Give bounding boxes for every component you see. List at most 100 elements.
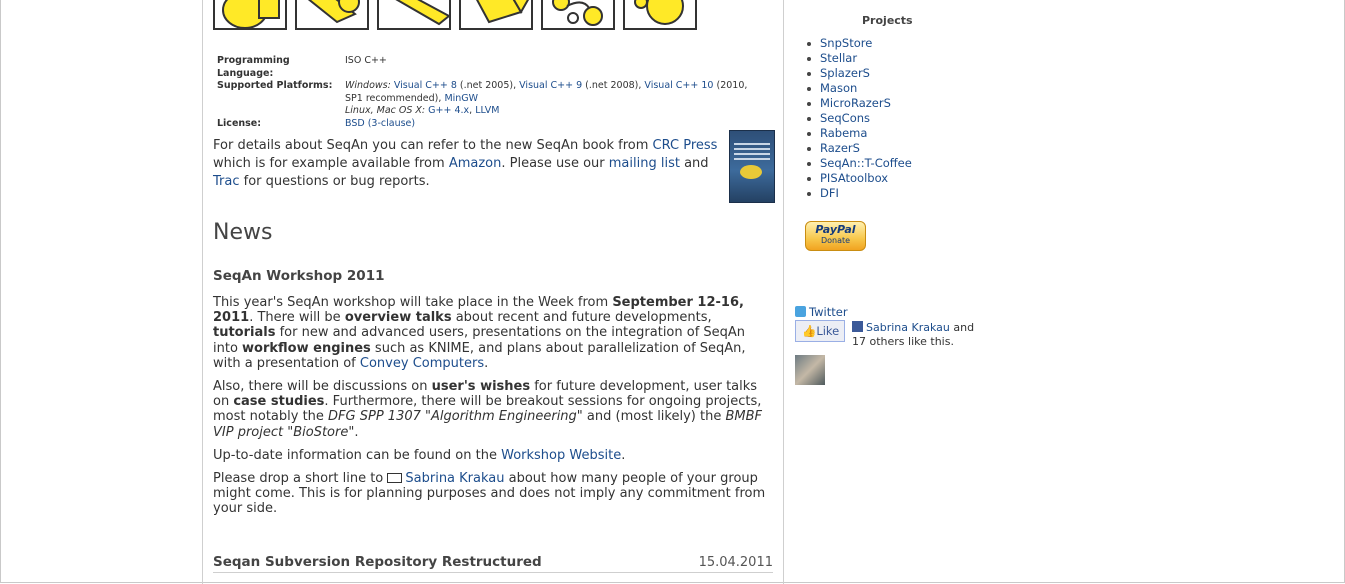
intro-text-5: for questions or bug reports. bbox=[239, 174, 430, 189]
intro-text-4: and bbox=[679, 156, 709, 171]
vcpp8-note: (.net 2005), bbox=[456, 80, 520, 91]
project-item: MicroRazerS bbox=[804, 96, 912, 111]
box-icon[interactable] bbox=[459, 0, 533, 30]
intro-text-3: . Please use our bbox=[501, 156, 609, 171]
bubble-icon[interactable] bbox=[623, 0, 697, 30]
meta-platforms-label: Supported Platforms: bbox=[217, 80, 333, 91]
link-mailing-list[interactable]: mailing list bbox=[609, 156, 680, 171]
project-link-razers[interactable]: RazerS bbox=[820, 141, 860, 155]
tape-icon[interactable] bbox=[213, 0, 287, 30]
book-logo bbox=[740, 165, 762, 179]
project-item: SplazerS bbox=[804, 66, 912, 81]
meta-language-row: Programming Language: ISO C++ bbox=[217, 55, 767, 80]
book-title-line bbox=[734, 143, 770, 145]
facebook-friend-avatar[interactable] bbox=[795, 355, 825, 385]
project-link-stellar[interactable]: Stellar bbox=[820, 51, 857, 65]
news-emphasis: overview talks bbox=[344, 310, 452, 326]
news-text: Also, there will be discussions on bbox=[213, 379, 432, 395]
project-link-snpstore[interactable]: SnpStore bbox=[820, 36, 872, 50]
news-item-title[interactable]: SeqAn Workshop 2011 bbox=[213, 268, 773, 284]
projects-heading: Projects bbox=[862, 14, 913, 27]
email-icon bbox=[387, 473, 403, 484]
twitter-icon bbox=[795, 306, 806, 317]
link-crc-press[interactable]: CRC Press bbox=[653, 138, 718, 153]
project-link-dfi[interactable]: DFI bbox=[820, 186, 839, 200]
link-amazon[interactable]: Amazon bbox=[449, 156, 502, 171]
project-item: Rabema bbox=[804, 126, 912, 141]
link-license[interactable]: BSD (3-clause) bbox=[345, 118, 415, 129]
meta-license-value: BSD (3-clause) bbox=[345, 118, 767, 131]
meta-language-value: ISO C++ bbox=[345, 55, 387, 66]
book-title-line bbox=[734, 158, 770, 160]
twitter-link[interactable]: Twitter bbox=[795, 305, 848, 319]
fb-user-link[interactable]: Sabrina Krakau bbox=[866, 321, 950, 334]
news-paragraph-2: Also, there will be discussions on user'… bbox=[213, 379, 773, 440]
thumbs-up-icon: 👍 bbox=[802, 324, 817, 338]
news-text: about recent and future developments, bbox=[451, 310, 712, 326]
project-link-pisatoolbox[interactable]: PISAtoolbox bbox=[820, 171, 888, 185]
sidebar: Projects SnpStore Stellar SplazerS Mason… bbox=[790, 0, 1040, 584]
news-text: This year's SeqAn workshop will take pla… bbox=[213, 295, 613, 310]
news-text: Please drop a short line to bbox=[213, 471, 388, 487]
facebook-like-summary: Sabrina Krakau and 17 others like this. bbox=[852, 321, 974, 349]
project-item: PISAtoolbox bbox=[804, 171, 912, 186]
meta-platforms-value: Windows: Visual C++ 8 (.net 2005), Visua… bbox=[345, 80, 748, 116]
project-item: SeqAn::T-Coffee bbox=[804, 156, 912, 171]
project-link-splazers[interactable]: SplazerS bbox=[820, 66, 870, 80]
project-item: Stellar bbox=[804, 51, 912, 66]
news-text: Up-to-date information can be found on t… bbox=[213, 447, 502, 463]
project-item: SnpStore bbox=[804, 36, 912, 51]
project-link-microrazers[interactable]: MicroRazerS bbox=[820, 96, 891, 110]
facebook-like-button[interactable]: 👍Like bbox=[795, 320, 845, 342]
twitter-label[interactable]: Twitter bbox=[809, 305, 848, 319]
pencil-icon[interactable] bbox=[377, 0, 451, 30]
news-emphasis: user's wishes bbox=[431, 379, 531, 395]
paypal-logo-text: PayPal bbox=[815, 223, 856, 236]
news-item-title-2[interactable]: Seqan Subversion Repository Restructured bbox=[213, 554, 542, 570]
windows-label: Windows: bbox=[345, 80, 391, 91]
project-link-rabema[interactable]: Rabema bbox=[820, 126, 867, 140]
news-italic: DFG SPP 1307 "Algorithm Engineering" bbox=[328, 409, 583, 425]
intro-text-1: For details about SeqAn you can refer to… bbox=[213, 138, 653, 153]
link-mingw[interactable]: MinGW bbox=[444, 93, 478, 104]
link-vcpp8[interactable]: Visual C++ 8 bbox=[394, 80, 457, 91]
vcpp9-note: (.net 2008), bbox=[582, 80, 645, 91]
news-emphasis: workflow engines bbox=[242, 340, 371, 356]
link-llvm[interactable]: LLVM bbox=[475, 105, 499, 116]
news-text: . bbox=[484, 355, 489, 371]
project-item: SeqCons bbox=[804, 111, 912, 126]
link-gpp[interactable]: G++ 4.x bbox=[428, 105, 469, 116]
news-text: . bbox=[621, 447, 626, 463]
project-link-seqcons[interactable]: SeqCons bbox=[820, 111, 870, 125]
news-text: and (most likely) the bbox=[582, 409, 726, 425]
main-column: Programming Language: ISO C++ Supported … bbox=[202, 0, 784, 584]
network-icon[interactable] bbox=[541, 0, 615, 30]
project-item: DFI bbox=[804, 186, 912, 201]
meta-language-label: Programming Language: bbox=[217, 55, 290, 79]
news-text: . bbox=[354, 424, 359, 440]
fb-others-text: 17 others like this. bbox=[852, 335, 954, 348]
meta-license-label: License: bbox=[217, 117, 262, 129]
magnifier-icon[interactable] bbox=[295, 0, 369, 30]
news-text: . There will be bbox=[249, 310, 345, 326]
project-link-tcoffee[interactable]: SeqAn::T-Coffee bbox=[820, 156, 912, 170]
link-email-sabrina[interactable]: Sabrina Krakau bbox=[405, 471, 504, 486]
news-paragraph-1: This year's SeqAn workshop will take pla… bbox=[213, 295, 773, 371]
fb-and-text: and bbox=[949, 321, 975, 334]
book-title-line bbox=[734, 148, 770, 150]
link-vcpp10[interactable]: Visual C++ 10 bbox=[644, 80, 713, 91]
intro-text-2: which is for example available from bbox=[213, 156, 449, 171]
seqan-book-cover-image[interactable] bbox=[729, 130, 775, 203]
paypal-donate-button[interactable]: PayPal Donate bbox=[805, 221, 866, 251]
divider bbox=[213, 572, 773, 573]
news-heading: News bbox=[213, 220, 273, 245]
book-title-line bbox=[734, 153, 770, 155]
donate-label: Donate bbox=[820, 236, 851, 245]
news-paragraph-3: Up-to-date information can be found on t… bbox=[213, 448, 773, 463]
link-trac[interactable]: Trac bbox=[213, 174, 240, 189]
news-paragraph-4: Please drop a short line to Sabrina Krak… bbox=[213, 471, 773, 517]
link-workshop-website[interactable]: Workshop Website bbox=[501, 448, 621, 463]
project-link-mason[interactable]: Mason bbox=[820, 81, 857, 95]
link-convey-computers[interactable]: Convey Computers bbox=[360, 356, 484, 371]
link-vcpp9[interactable]: Visual C++ 9 bbox=[519, 80, 582, 91]
